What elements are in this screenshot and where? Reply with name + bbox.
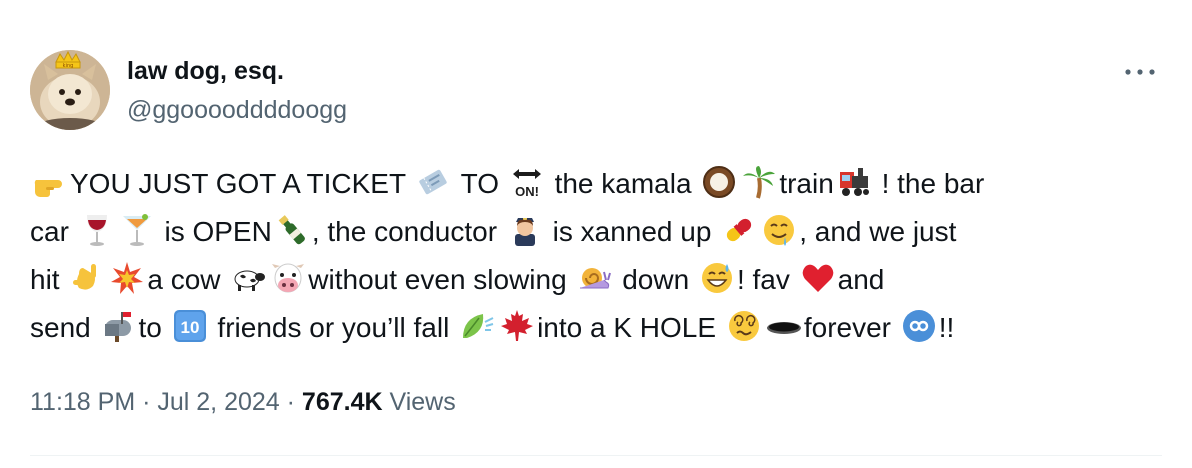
tweet-text-segment: without even slowing bbox=[308, 264, 575, 295]
cow-icon bbox=[230, 260, 266, 296]
infinity-icon bbox=[901, 308, 937, 344]
more-options-button[interactable] bbox=[1120, 60, 1160, 84]
champagne-bottle-icon bbox=[274, 212, 310, 248]
grinning-sweat-face-icon bbox=[699, 260, 735, 296]
tweet-meta: 11:18 PM · Jul 2, 2024 · 767.4K Views bbox=[30, 386, 456, 418]
tweet-text-line: send to 10 friends or you’ll fall into a… bbox=[30, 304, 1170, 352]
tweet-text-segment: the kamala bbox=[546, 168, 700, 199]
tweet-text-segment: car bbox=[30, 216, 77, 247]
ticket-icon bbox=[415, 164, 451, 200]
dog-avatar-icon: king bbox=[30, 50, 110, 130]
views-label: Views bbox=[382, 388, 456, 416]
tweet-text-segment: is OPEN bbox=[156, 216, 272, 247]
tweet-text-segment: friends or you’ll fall bbox=[209, 312, 458, 343]
more-dots-icon bbox=[1125, 69, 1155, 75]
collision-icon bbox=[109, 260, 145, 296]
avatar[interactable]: king bbox=[30, 50, 110, 130]
divider bbox=[30, 455, 1162, 456]
tweet-text-segment: hit bbox=[30, 264, 68, 295]
snail-icon bbox=[576, 260, 612, 296]
tweet-text-segment: ! the bar bbox=[873, 168, 985, 199]
cocktail-glass-icon bbox=[119, 212, 155, 248]
backhand-pointing-right-icon bbox=[32, 164, 68, 200]
tweet-text-line: hit a cow without even slowing down ! fa… bbox=[30, 256, 1170, 304]
meta-separator: · bbox=[135, 388, 158, 416]
user-handle[interactable]: @ggooooddddoogg bbox=[127, 95, 347, 125]
tweet-text-segment: !! bbox=[938, 312, 955, 343]
svg-text:ON!: ON! bbox=[515, 184, 539, 199]
tweet-text-line: car is OPEN, the conductor is xanned up … bbox=[30, 208, 1170, 256]
tweet-text-segment: into a K HOLE bbox=[537, 312, 724, 343]
tweet-text-segment: YOU JUST GOT A TICKET bbox=[70, 168, 414, 199]
mailbox-icon bbox=[101, 308, 137, 344]
pill-icon bbox=[721, 212, 757, 248]
palm-tree-icon bbox=[741, 164, 777, 200]
leaf-fluttering-icon bbox=[459, 308, 495, 344]
tweet-text-segment: forever bbox=[803, 312, 899, 343]
tweet-time[interactable]: 11:18 PM bbox=[30, 388, 135, 416]
tweet-date[interactable]: Jul 2, 2024 bbox=[157, 388, 279, 416]
cow-face-icon bbox=[270, 260, 306, 296]
tweet-text-segment: down bbox=[614, 264, 697, 295]
svg-text:king: king bbox=[63, 63, 74, 69]
tweet-text-segment: is xanned up bbox=[544, 216, 720, 247]
svg-text:10: 10 bbox=[180, 318, 199, 337]
tweet-text-segment: a cow bbox=[147, 264, 229, 295]
meta-separator: · bbox=[279, 388, 302, 416]
dizzy-face-icon bbox=[726, 308, 762, 344]
tweet-text-segment: train bbox=[779, 168, 834, 199]
drooling-face-icon bbox=[761, 212, 797, 248]
on-arrow-icon: ON! bbox=[509, 164, 545, 200]
display-name[interactable]: law dog, esq. bbox=[127, 56, 284, 86]
tweet-card: king law dog, esq. @ggooooddddoogg YOU J… bbox=[0, 0, 1192, 468]
keycap-ten-icon: 10 bbox=[172, 308, 208, 344]
tweet-text-segment: , the conductor bbox=[311, 216, 505, 247]
tweet-text-segment: TO bbox=[453, 168, 507, 199]
tweet-text-segment: , and we just bbox=[799, 216, 957, 247]
coconut-icon bbox=[701, 164, 737, 200]
tweet-text-segment: to bbox=[138, 312, 170, 343]
pilot-icon bbox=[507, 212, 543, 248]
views-count: 767.4K bbox=[301, 388, 383, 416]
hole-icon bbox=[766, 308, 802, 344]
tweet-text: YOU JUST GOT A TICKET TO ON! the kamala … bbox=[30, 160, 1170, 352]
red-heart-icon bbox=[800, 260, 836, 296]
tweet-text-segment: ! fav bbox=[736, 264, 798, 295]
wine-glass-icon bbox=[79, 212, 115, 248]
locomotive-icon bbox=[836, 164, 872, 200]
tweet-text-line: YOU JUST GOT A TICKET TO ON! the kamala … bbox=[30, 160, 1170, 208]
tweet-text-segment: and bbox=[837, 264, 885, 295]
call-me-hand-icon bbox=[69, 260, 105, 296]
maple-leaf-icon bbox=[499, 308, 535, 344]
tweet-text-segment: send bbox=[30, 312, 99, 343]
